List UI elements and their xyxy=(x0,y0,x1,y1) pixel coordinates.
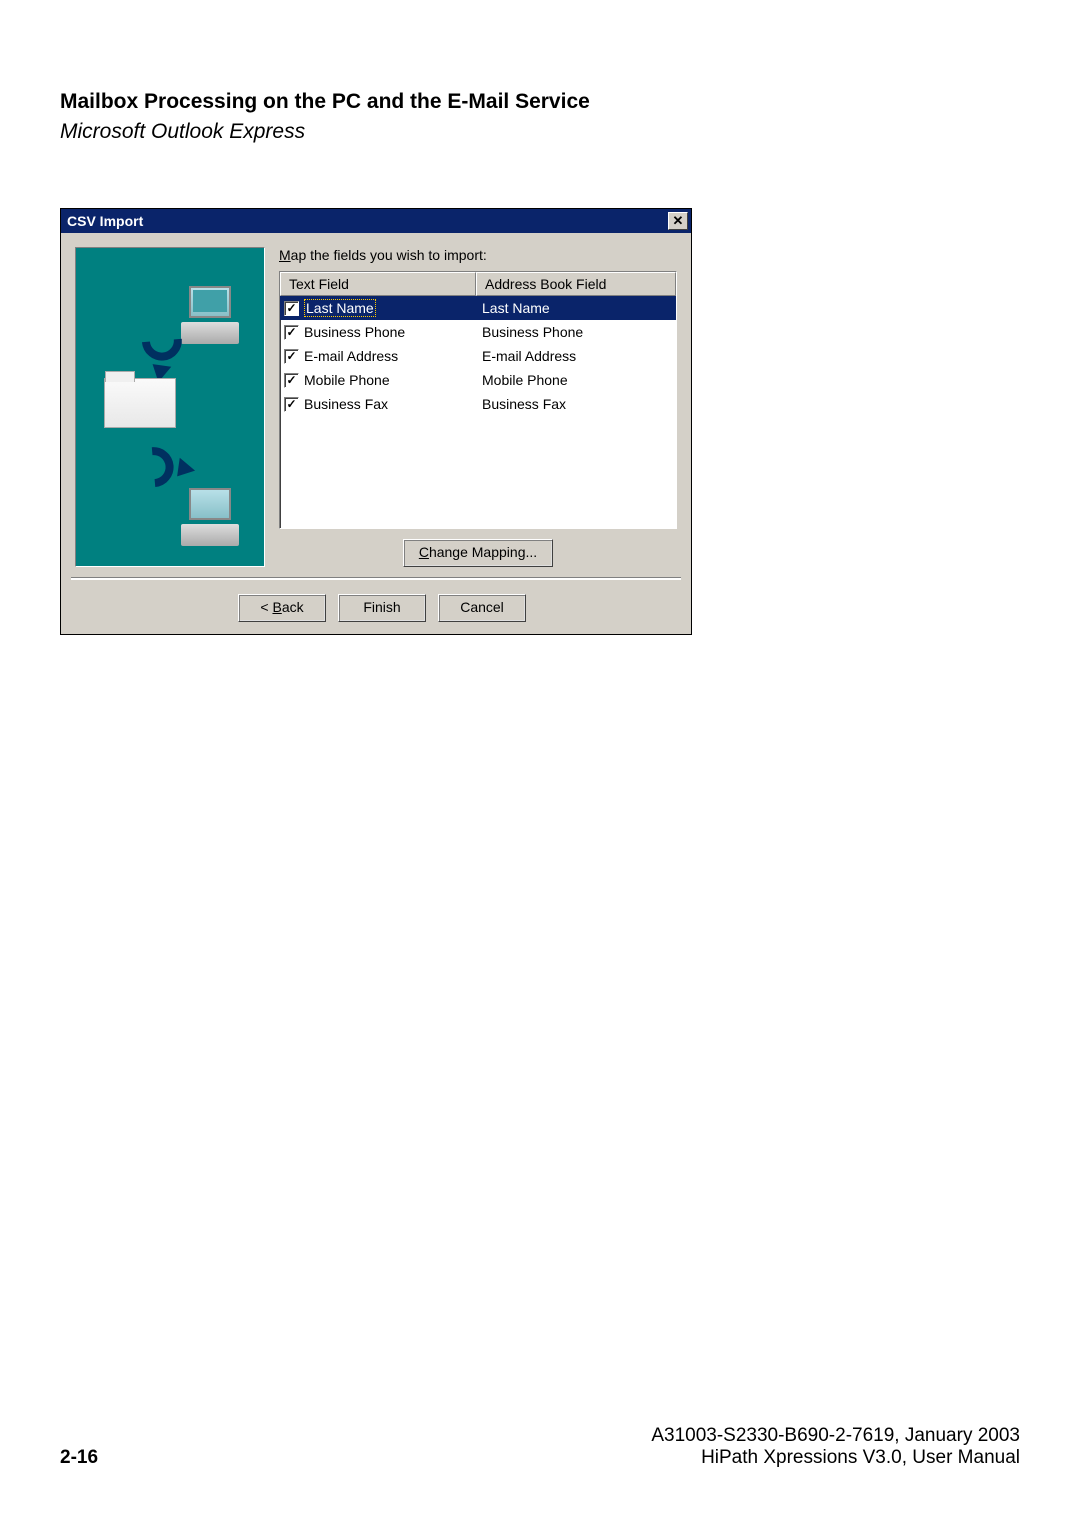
checkbox-icon[interactable] xyxy=(284,301,299,316)
page-footer: 2-16 A31003-S2330-B690-2-7619, January 2… xyxy=(60,1425,1020,1469)
col-address-book-field[interactable]: Address Book Field xyxy=(476,272,676,296)
field-mapping-list[interactable]: Text Field Address Book Field Last Name … xyxy=(279,271,677,529)
list-item[interactable]: Business Fax Business Fax xyxy=(280,392,676,416)
map-fields-label: Map the fields you wish to import: xyxy=(279,247,677,263)
dialog-title: CSV Import xyxy=(67,213,143,229)
doc-title-line: HiPath Xpressions V3.0, User Manual xyxy=(651,1447,1020,1469)
checkbox-icon[interactable] xyxy=(284,397,299,412)
checkbox-icon[interactable] xyxy=(284,325,299,340)
checkbox-icon[interactable] xyxy=(284,373,299,388)
list-item[interactable]: Mobile Phone Mobile Phone xyxy=(280,368,676,392)
close-icon[interactable]: ✕ xyxy=(668,212,688,230)
page-number: 2-16 xyxy=(60,1447,98,1469)
doc-id-line: A31003-S2330-B690-2-7619, January 2003 xyxy=(651,1425,1020,1447)
page-subheading: Microsoft Outlook Express xyxy=(60,120,1020,144)
change-mapping-button[interactable]: Change Mapping... xyxy=(403,539,553,567)
list-header: Text Field Address Book Field xyxy=(280,272,676,296)
back-button[interactable]: < Back xyxy=(238,594,326,622)
col-text-field[interactable]: Text Field xyxy=(280,272,476,296)
page-heading: Mailbox Processing on the PC and the E-M… xyxy=(60,90,1020,114)
list-item[interactable]: E-mail Address E-mail Address xyxy=(280,344,676,368)
list-item[interactable]: Last Name Last Name xyxy=(280,296,676,320)
checkbox-icon[interactable] xyxy=(284,349,299,364)
csv-import-dialog: CSV Import ✕ Map the fields you wish to … xyxy=(60,208,692,635)
titlebar: CSV Import ✕ xyxy=(61,209,691,233)
cancel-button[interactable]: Cancel xyxy=(438,594,526,622)
list-item[interactable]: Business Phone Business Phone xyxy=(280,320,676,344)
finish-button[interactable]: Finish xyxy=(338,594,426,622)
wizard-graphic xyxy=(75,247,265,567)
